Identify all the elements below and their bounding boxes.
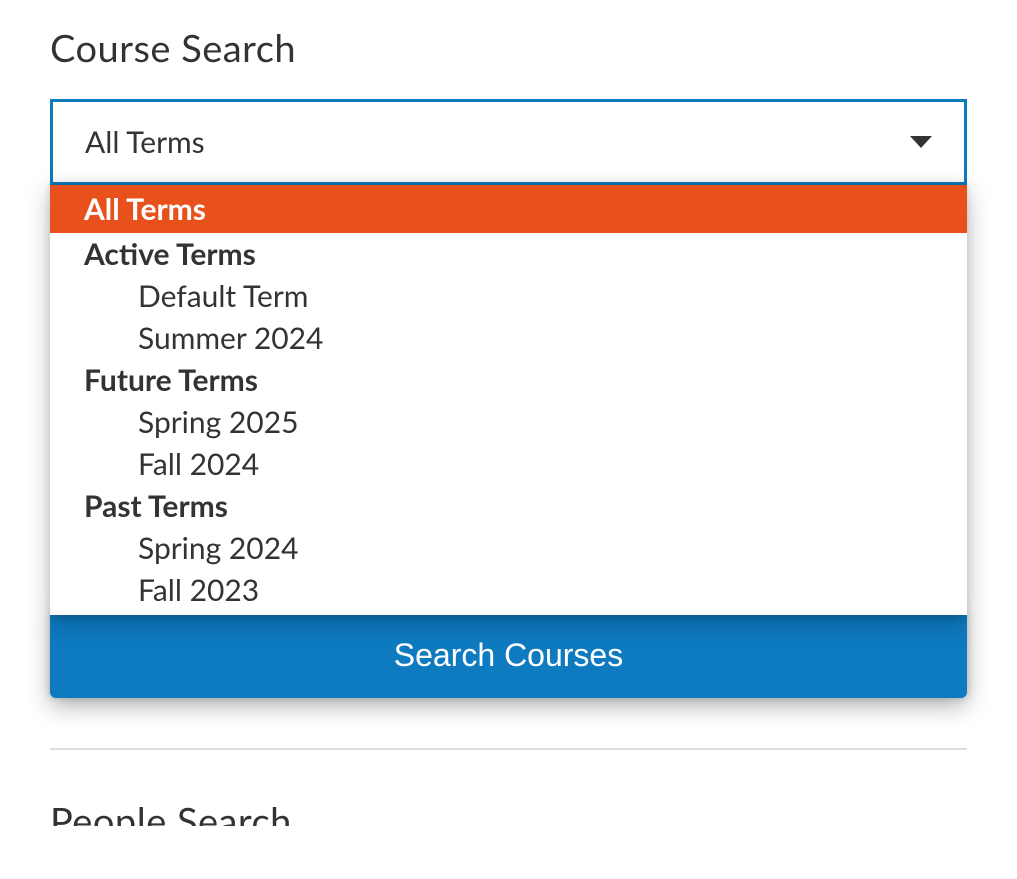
dropdown-group-active: Active Terms: [50, 233, 967, 275]
dropdown-option-default-term[interactable]: Default Term: [50, 275, 967, 317]
dropdown-option-all-terms[interactable]: All Terms: [50, 185, 967, 233]
caret-down-icon: [910, 136, 932, 148]
term-dropdown: All Terms Active Terms Default Term Summ…: [50, 185, 967, 615]
dropdown-option-fall-2024[interactable]: Fall 2024: [50, 443, 967, 485]
dropdown-option-summer-2024[interactable]: Summer 2024: [50, 317, 967, 359]
people-search-heading: People Search: [50, 798, 967, 826]
dropdown-option-fall-2023[interactable]: Fall 2023: [50, 569, 967, 611]
search-courses-button[interactable]: Search Courses: [50, 613, 967, 698]
section-divider: [50, 748, 967, 750]
course-search-heading: Course Search: [50, 25, 967, 71]
dropdown-option-spring-2024[interactable]: Spring 2024: [50, 527, 967, 569]
dropdown-option-spring-2025[interactable]: Spring 2025: [50, 401, 967, 443]
term-select-value: All Terms: [85, 124, 205, 160]
dropdown-group-future: Future Terms: [50, 359, 967, 401]
dropdown-group-past: Past Terms: [50, 485, 967, 527]
term-select[interactable]: All Terms: [50, 99, 967, 185]
term-select-container: All Terms All Terms Active Terms Default…: [50, 99, 967, 698]
